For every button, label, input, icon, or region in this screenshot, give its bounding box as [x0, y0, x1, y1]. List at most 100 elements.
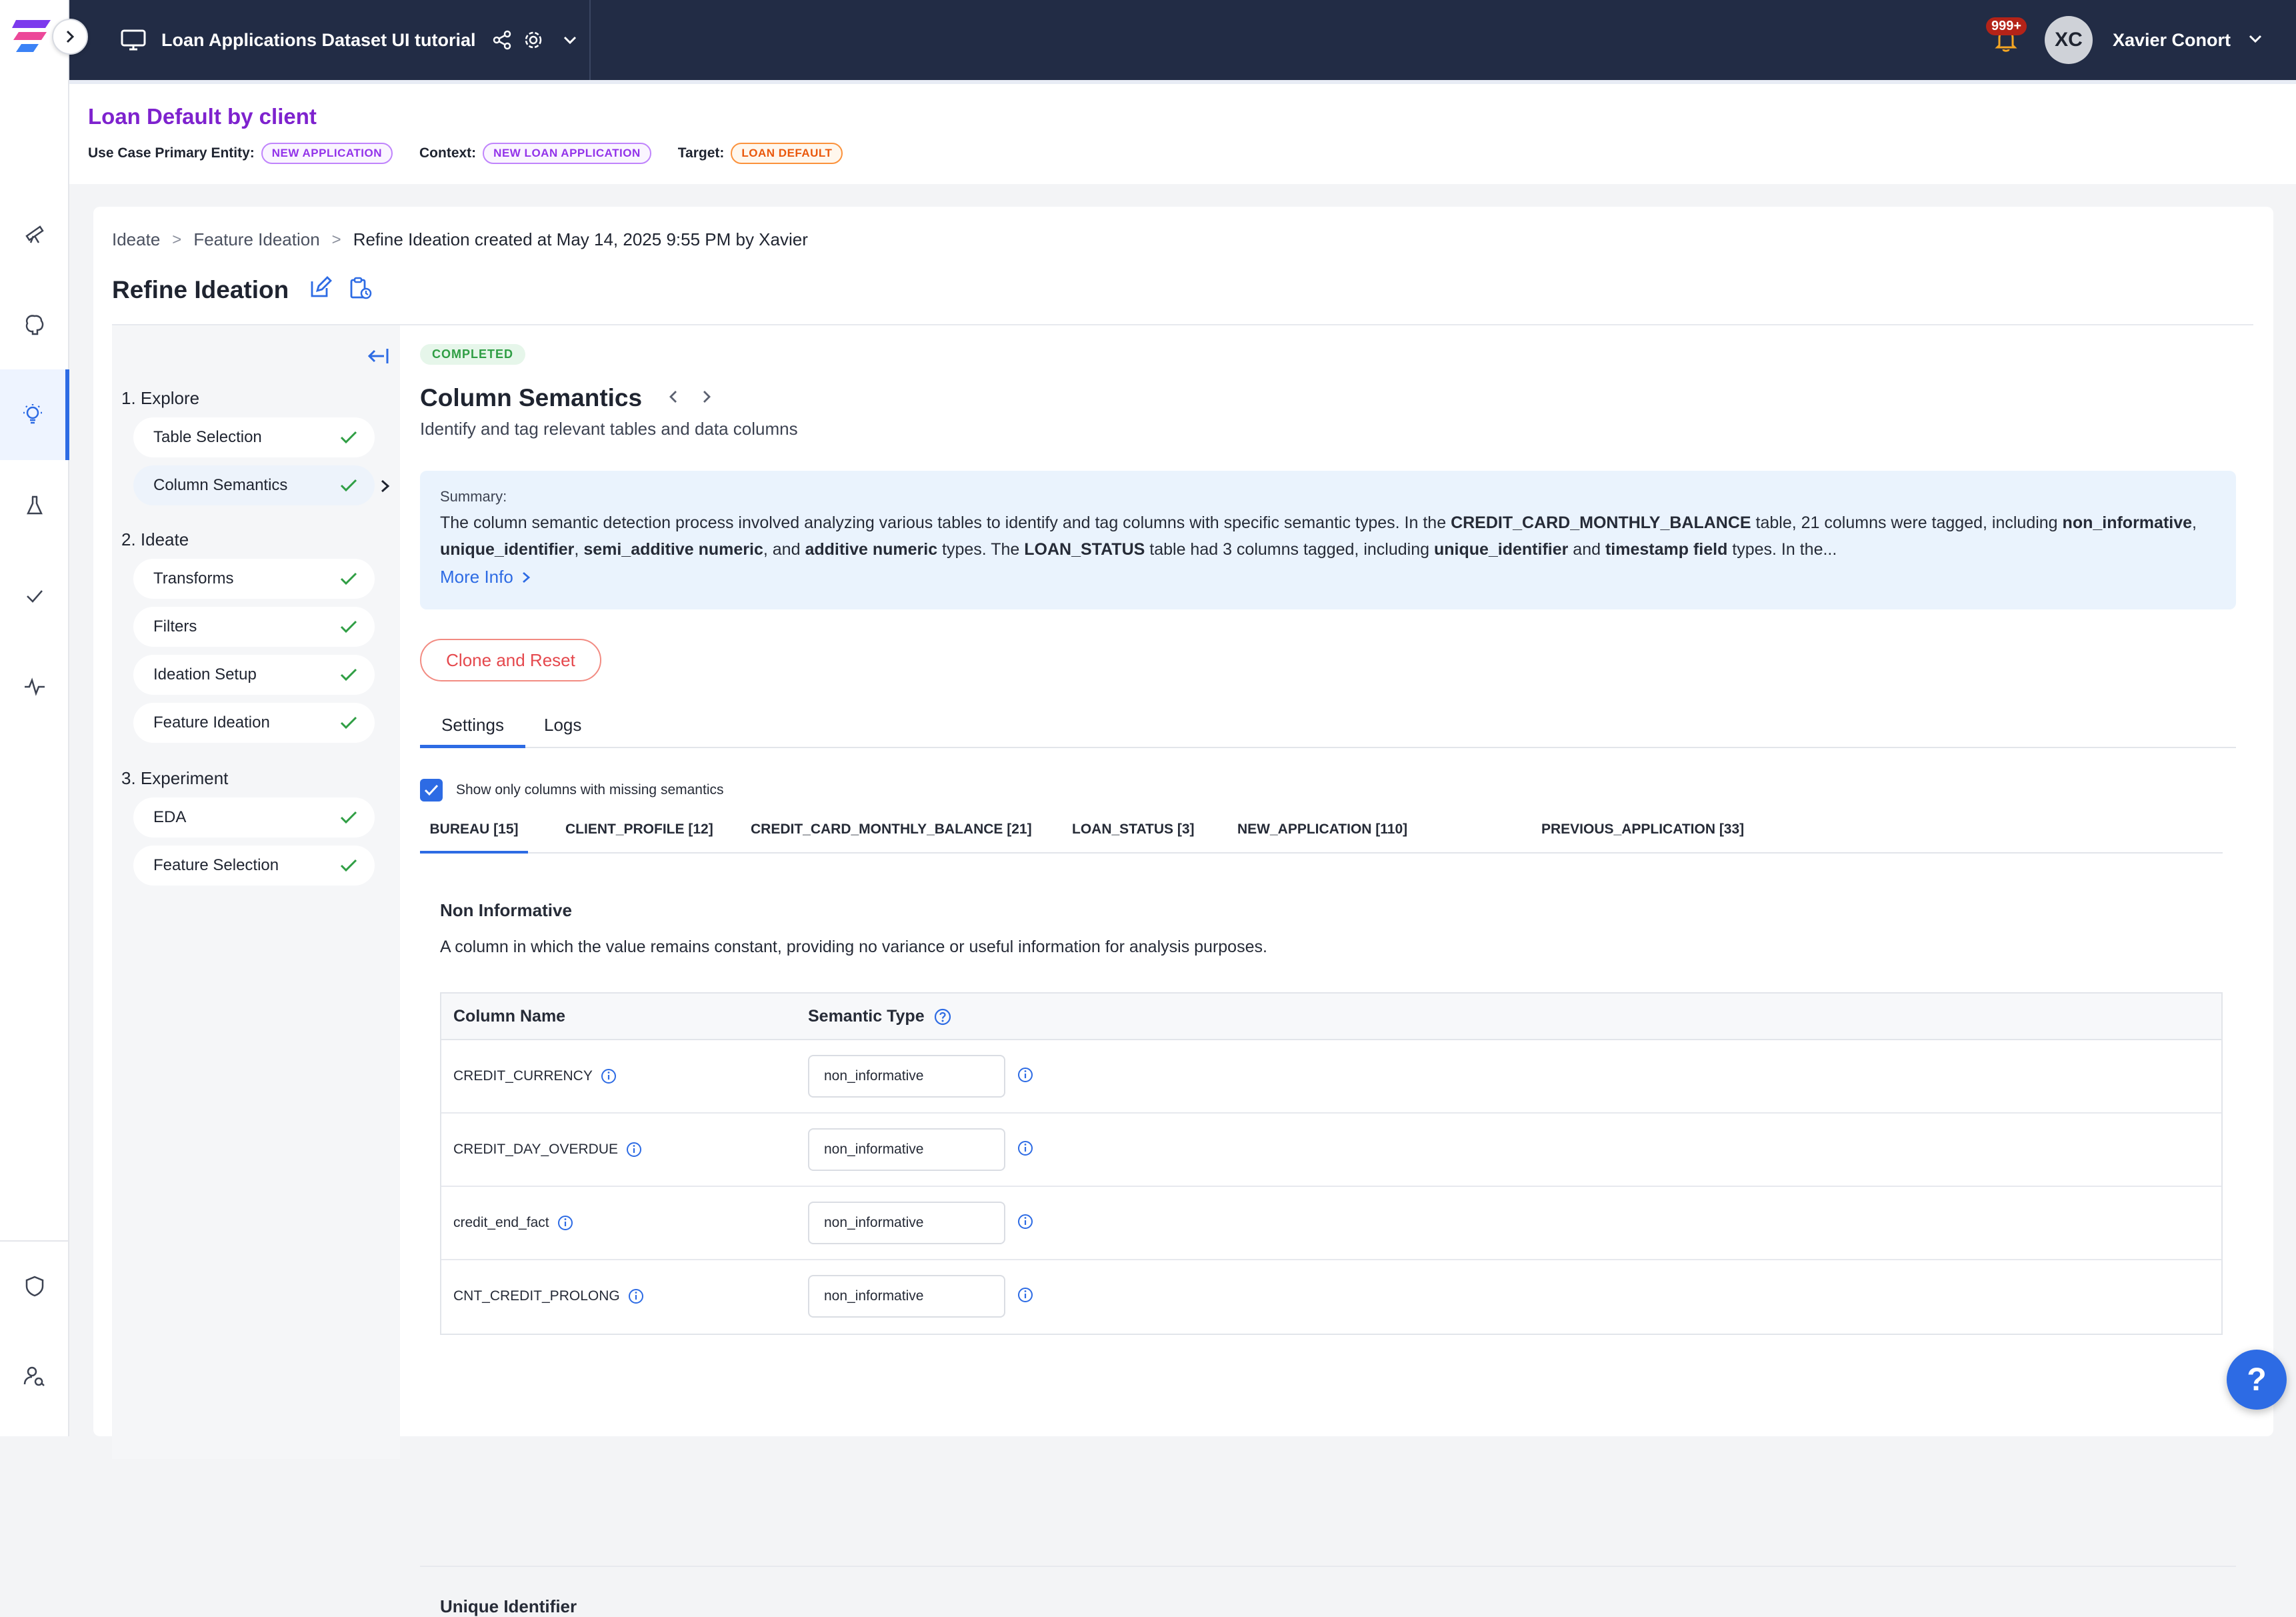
step-label: Filters [153, 617, 197, 635]
check-icon [340, 668, 357, 681]
settings-tabs: Settings Logs [420, 715, 2236, 748]
info-icon[interactable] [628, 1288, 644, 1304]
check-icon [340, 572, 357, 585]
group-title-unique-identifier: Unique Identifier [440, 1596, 577, 1616]
nav-approve[interactable] [0, 551, 69, 641]
check-icon [340, 716, 357, 729]
info-icon[interactable] [626, 1142, 642, 1158]
clipboard-button[interactable] [348, 276, 372, 303]
steps-panel: 1. Explore Table Selection Column Semant… [112, 325, 400, 1459]
column-name: CREDIT_DAY_OVERDUE [453, 1142, 642, 1158]
project-selector[interactable]: Loan Applications Dataset UI tutorial [69, 0, 591, 80]
chevron-left-icon [669, 391, 677, 403]
step-eda[interactable]: EDA [133, 797, 375, 838]
share-icon [493, 30, 511, 50]
step-section-explore: 1. Explore [121, 388, 200, 408]
use-case-title[interactable]: Loan Default by client [88, 104, 317, 129]
more-info-link[interactable]: More Info [440, 567, 531, 587]
avatar[interactable]: XC [2044, 16, 2093, 64]
info-icon[interactable] [1017, 1140, 1033, 1156]
step-label: Table Selection [153, 428, 262, 446]
check-icon [340, 479, 357, 492]
primary-entity-label: Use Case Primary Entity: [88, 145, 255, 161]
semantic-table: Column Name Semantic Type CREDIT_CURRENC… [440, 992, 2223, 1335]
info-icon[interactable] [1017, 1214, 1033, 1230]
table-tab-client-profile[interactable]: CLIENT_PROFILE [12] [565, 822, 713, 854]
target-pill[interactable]: LOAN DEFAULT [731, 143, 843, 164]
summary-box: Summary: The column semantic detection p… [420, 471, 2236, 609]
nav-monitor[interactable] [0, 641, 69, 732]
info-icon[interactable] [1017, 1067, 1033, 1083]
share-button[interactable] [492, 30, 512, 50]
next-step-button[interactable] [701, 389, 712, 407]
nav-experiment[interactable] [0, 460, 69, 551]
settings-button[interactable] [523, 29, 544, 51]
step-column-semantics[interactable]: Column Semantics [133, 465, 375, 505]
semantic-type-select[interactable]: non_informative [808, 1128, 1005, 1171]
checkmark-icon [424, 784, 439, 796]
check-icon [340, 431, 357, 444]
nav-brain[interactable] [0, 279, 69, 369]
checkbox-label[interactable]: Show only columns with missing semantics [456, 782, 723, 798]
breadcrumb-item-feature-ideation[interactable]: Feature Ideation [193, 229, 319, 250]
step-label: Feature Selection [153, 856, 279, 874]
help-circle-icon[interactable] [934, 1008, 951, 1026]
table-tab-credit-card-monthly-balance[interactable]: CREDIT_CARD_MONTHLY_BALANCE [21] [751, 822, 1032, 854]
group-divider [420, 1566, 2236, 1567]
project-dropdown-button[interactable] [563, 35, 577, 45]
primary-entity-pill[interactable]: NEW APPLICATION [261, 143, 393, 164]
user-name[interactable]: Xavier Conort [2113, 30, 2231, 51]
table-tab-bureau[interactable]: BUREAU [15] [420, 822, 528, 854]
nav-ideate[interactable] [0, 369, 69, 460]
step-label: Transforms [153, 569, 234, 587]
step-transforms[interactable]: Transforms [133, 559, 375, 599]
semantic-type-select[interactable]: non_informative [808, 1202, 1005, 1244]
context-pill[interactable]: NEW LOAN APPLICATION [483, 143, 651, 164]
clone-and-reset-button[interactable]: Clone and Reset [420, 639, 601, 681]
previous-step-button[interactable] [668, 389, 679, 407]
nav-telescope[interactable] [0, 188, 69, 279]
nav-user-search[interactable] [0, 1331, 69, 1422]
section-subtitle: Identify and tag relevant tables and dat… [420, 419, 798, 439]
semantic-type-select[interactable]: non_informative [808, 1055, 1005, 1098]
missing-semantics-checkbox[interactable] [420, 779, 443, 801]
collapse-steps-button[interactable] [367, 347, 389, 369]
info-icon[interactable] [1017, 1287, 1033, 1303]
breadcrumb-separator: > [172, 230, 182, 249]
step-section-ideate: 2. Ideate [121, 529, 189, 549]
check-icon [27, 590, 43, 603]
info-icon[interactable] [557, 1215, 573, 1231]
table-tabs: BUREAU [15] CLIENT_PROFILE [12] CREDIT_C… [420, 822, 2223, 854]
table-tab-previous-application[interactable]: PREVIOUS_APPLICATION [33] [1541, 822, 1744, 854]
more-info-label: More Info [440, 567, 513, 587]
info-icon[interactable] [601, 1068, 617, 1084]
step-table-selection[interactable]: Table Selection [133, 417, 375, 457]
step-label: Column Semantics [153, 476, 288, 494]
table-tab-new-application[interactable]: NEW_APPLICATION [110] [1237, 822, 1407, 854]
step-ideation-setup[interactable]: Ideation Setup [133, 655, 375, 695]
table-tab-loan-status[interactable]: LOAN_STATUS [3] [1072, 822, 1195, 854]
semantic-type-select[interactable]: non_informative [808, 1275, 1005, 1318]
step-filters[interactable]: Filters [133, 607, 375, 647]
breadcrumb-current: Refine Ideation created at May 14, 2025 … [353, 229, 808, 249]
user-menu-button[interactable] [2248, 34, 2263, 47]
main-card: Ideate > Feature Ideation > Refine Ideat… [93, 207, 2273, 1616]
tab-settings[interactable]: Settings [420, 715, 525, 748]
chevron-down-icon [2249, 35, 2262, 43]
notifications-button[interactable]: 999+ [1985, 17, 2027, 60]
help-button[interactable]: ? [2227, 1350, 2287, 1410]
table-row: CREDIT_CURRENCY non_informative [441, 1040, 2221, 1114]
nav-admin[interactable] [0, 1240, 69, 1331]
step-feature-ideation[interactable]: Feature Ideation [133, 703, 375, 743]
chevron-right-icon [381, 479, 390, 493]
user-area: 999+ XC Xavier Conort [1985, 0, 2296, 80]
breadcrumb-item-ideate[interactable]: Ideate [112, 229, 160, 250]
step-feature-selection[interactable]: Feature Selection [133, 846, 375, 886]
expand-sidebar-button[interactable] [52, 19, 88, 55]
status-badge: COMPLETED [420, 344, 526, 365]
check-icon [340, 620, 357, 633]
edit-button[interactable] [309, 276, 332, 303]
featurebyte-logo-icon[interactable] [12, 16, 55, 56]
tab-logs[interactable]: Logs [544, 715, 581, 748]
section-nav [668, 389, 712, 407]
